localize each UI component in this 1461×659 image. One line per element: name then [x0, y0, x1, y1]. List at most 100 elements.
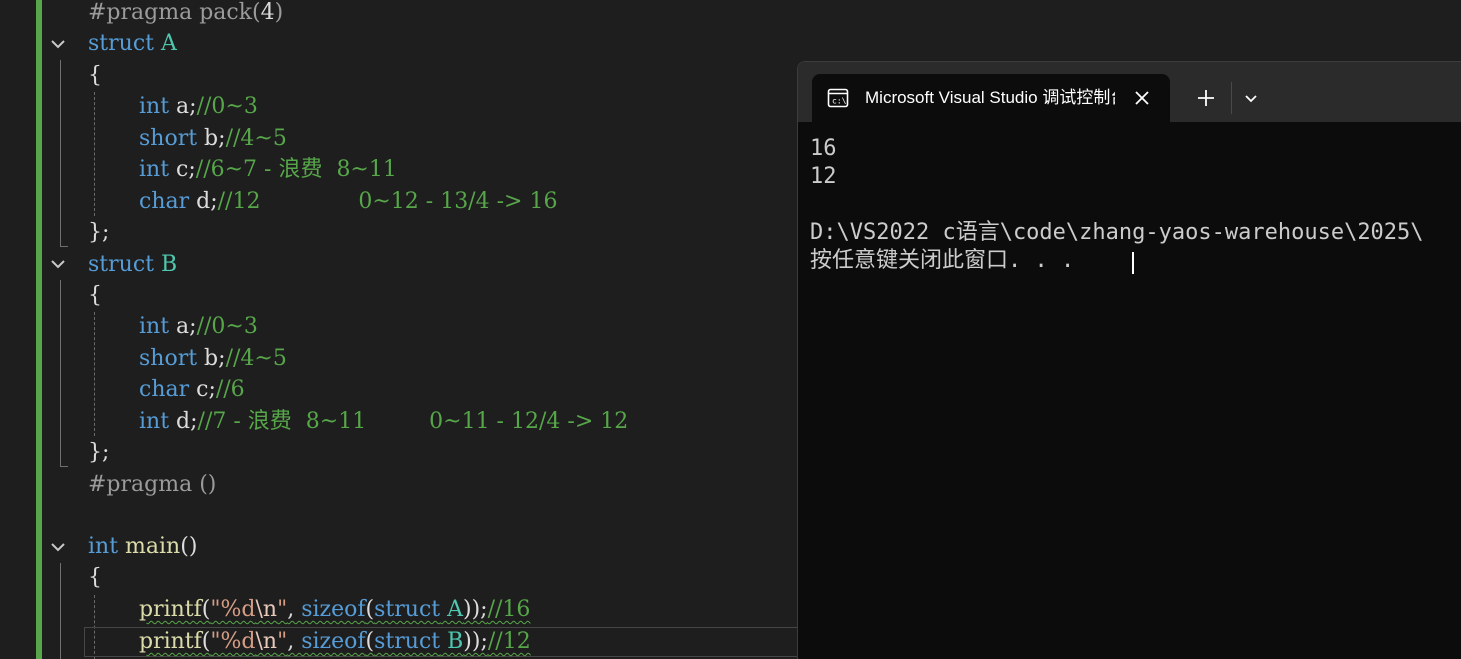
code-token: //6~7 - 浪费 8~11 [195, 157, 397, 182]
code-token: )); [463, 629, 488, 654]
code-line-content: char c;//6 [139, 377, 245, 402]
code-token: //0~3 [196, 314, 258, 339]
terminal-tab[interactable]: c:\ Microsoft Visual Studio 调试控制台 [812, 74, 1170, 122]
code-token: int [139, 157, 170, 182]
fold-chevron-down-icon[interactable] [49, 35, 67, 53]
code-token: "%d [210, 597, 256, 622]
code-line: #pragma pack(4) [88, 0, 283, 28]
code-token: int [139, 409, 170, 434]
code-line-content: { [88, 565, 102, 590]
code-token: #pragma pack( [88, 0, 261, 25]
chevron-down-icon[interactable] [1241, 88, 1261, 108]
code-token: \n [255, 597, 278, 622]
code-line: int a;//0~3 [139, 91, 258, 122]
code-token: char [139, 377, 190, 402]
code-line: }; [88, 437, 109, 468]
code-token: //7 - 浪费 8~11 0~11 - 12/4 -> 12 [197, 409, 629, 434]
code-token: printf [139, 629, 202, 654]
code-line: short b;//4~5 [139, 343, 287, 374]
code-line-content: #pragma pack(4) [88, 0, 283, 25]
code-token: }; [88, 220, 110, 245]
code-line: char d;//12 0~12 - 13/4 -> 16 [139, 186, 557, 217]
code-token: char [139, 189, 190, 214]
code-token: () [180, 534, 198, 559]
change-tracking-bar [36, 0, 42, 659]
code-line-content: int a;//0~3 [139, 94, 258, 119]
code-line-content: }; [88, 440, 109, 465]
code-token: //4~5 [225, 346, 287, 371]
code-token: }; [88, 440, 110, 465]
outline-guide-end [60, 466, 68, 467]
outline-guide [60, 60, 61, 246]
code-token: main [125, 534, 181, 559]
code-line: { [88, 280, 102, 311]
code-token: )); [463, 597, 488, 622]
code-line-content: #pragma () [88, 472, 216, 497]
code-token: { [88, 283, 102, 308]
fold-chevron-down-icon[interactable] [49, 255, 67, 273]
code-line: { [88, 562, 102, 593]
fold-chevron-down-icon[interactable] [49, 538, 67, 556]
titlebar-divider [1231, 82, 1232, 114]
code-token: //16 [487, 597, 531, 622]
code-line-content: short b;//4~5 [139, 346, 287, 371]
plus-icon[interactable] [1194, 86, 1218, 110]
code-token: A [447, 597, 464, 622]
code-line: int c;//6~7 - 浪费 8~11 [139, 154, 397, 185]
code-line: #pragma () [88, 469, 216, 500]
terminal-titlebar[interactable]: c:\ Microsoft Visual Studio 调试控制台 [798, 62, 1461, 122]
code-token: " [277, 597, 288, 622]
outline-guide [60, 280, 61, 466]
code-token: #pragma () [88, 472, 217, 497]
code-line-content: printf("%d\n", sizeof(struct B));//12 [139, 629, 531, 654]
code-token: struct [374, 597, 441, 622]
code-line-content: short b;//4~5 [139, 126, 287, 151]
outline-guide-end [60, 246, 68, 247]
code-line-content: }; [88, 220, 109, 245]
code-line: struct B [88, 249, 177, 280]
code-token: B [160, 252, 178, 277]
code-line: int a;//0~3 [139, 311, 258, 342]
indent-guide [94, 92, 95, 216]
code-token: c; [169, 157, 196, 182]
code-token: short [139, 126, 198, 151]
code-token: ( [365, 597, 375, 622]
code-line: printf("%d\n", sizeof(struct A));//16 [139, 594, 530, 625]
code-line: int d;//7 - 浪费 8~11 0~11 - 12/4 -> 12 [139, 406, 628, 437]
code-token: //4~5 [225, 126, 287, 151]
outline-guide [60, 563, 61, 659]
code-token: //12 0~12 - 13/4 -> 16 [217, 189, 558, 214]
code-line: struct A [88, 28, 177, 59]
code-token: c; [189, 377, 216, 402]
code-token: ) [274, 0, 284, 25]
debug-console-window[interactable]: c:\ Microsoft Visual Studio 调试控制台 16 12 … [797, 61, 1461, 659]
output-line: 12 [810, 164, 837, 189]
terminal-output[interactable]: 16 12 D:\VS2022 c语言\code\zhang-yaos-ware… [798, 122, 1461, 659]
code-token: short [139, 346, 198, 371]
code-token: //12 [487, 629, 531, 654]
code-token: , [287, 597, 302, 622]
code-line-content: struct A [88, 31, 177, 56]
code-line-content: printf("%d\n", sizeof(struct A));//16 [139, 597, 530, 622]
code-token: " [277, 629, 288, 654]
terminal-tab-title: Microsoft Visual Studio 调试控制台 [865, 88, 1115, 107]
code-line-content: { [88, 283, 102, 308]
code-token: struct [374, 629, 441, 654]
code-token: , [287, 629, 302, 654]
code-token: 4 [260, 0, 275, 25]
code-line: { [88, 60, 102, 91]
code-line-content: char d;//12 0~12 - 13/4 -> 16 [139, 189, 557, 214]
code-token: d; [189, 189, 218, 214]
code-token: \n [255, 629, 278, 654]
console-icon: c:\ [827, 87, 849, 109]
code-token: int [88, 534, 119, 559]
code-token: "%d [210, 629, 256, 654]
code-line: short b;//4~5 [139, 123, 287, 154]
code-line-content: int c;//6~7 - 浪费 8~11 [139, 157, 397, 182]
code-line-content: int main() [88, 534, 197, 559]
close-icon[interactable] [1130, 86, 1154, 110]
output-line: D:\VS2022 c语言\code\zhang-yaos-warehouse\… [810, 220, 1424, 245]
code-token: b; [197, 346, 226, 371]
